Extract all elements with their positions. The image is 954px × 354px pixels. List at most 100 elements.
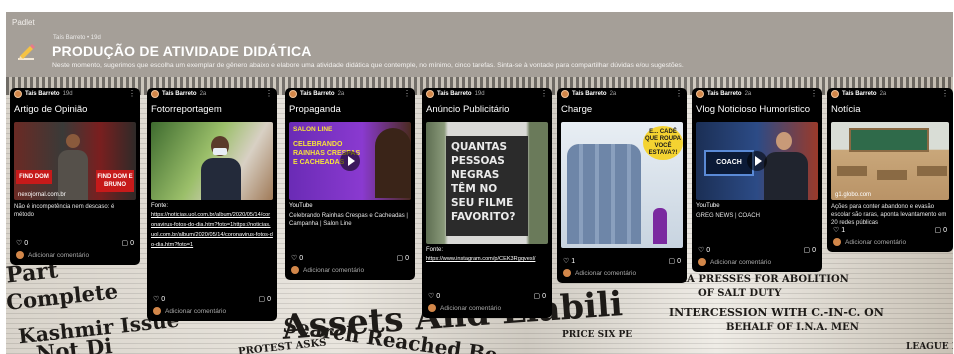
bg-headline-8: PRICE SIX PE <box>562 330 633 340</box>
avatar <box>698 258 706 266</box>
post-card-vlog-noticioso-humoristico[interactable]: Taís Barreto 2a ⋮ Vlog Noticioso Humorísti… <box>692 88 822 272</box>
board-description: Neste momento, sugerimos que escolha um … <box>52 62 684 69</box>
post-thumbnail[interactable]: E... CADÊ QUE ROUPA VOCÊ ESTAVA?! <box>561 122 683 248</box>
post-time: 2a <box>337 91 345 97</box>
avatar[interactable] <box>696 90 704 98</box>
thumb-desk <box>837 166 867 176</box>
thumb-presenter-body <box>764 152 808 200</box>
more-options-icon[interactable]: ⋮ <box>810 90 818 98</box>
link-domain: g1.globo.com <box>835 192 872 198</box>
heart-icon: ♡ <box>698 247 705 254</box>
more-options-icon[interactable]: ⋮ <box>403 90 411 98</box>
avatar[interactable] <box>151 90 159 98</box>
post-thumbnail[interactable]: COACH <box>696 122 818 200</box>
post-author: Taís Barreto <box>300 91 335 97</box>
post-card-propaganda[interactable]: Taís Barreto 2a ⋮ Propaganda SALON LINE CE… <box>285 88 415 280</box>
add-comment-input[interactable]: Adicionar comentário <box>827 236 953 248</box>
comment-count: 0 <box>405 254 409 262</box>
like-count: 1 <box>841 226 846 234</box>
post-card-artigo-de-opiniao[interactable]: Taís Barreto 19d ⋮ Artigo de Opinião FIND … <box>10 88 140 265</box>
post-time: 2a <box>744 91 752 97</box>
like-button[interactable]: ♡ 0 <box>698 246 711 255</box>
post-card-charge[interactable]: Taís Barreto 2a ⋮ Charge E... CADÊ QUE ROU… <box>557 88 687 283</box>
thumb-crowd <box>567 144 641 244</box>
avatar[interactable] <box>289 90 297 98</box>
post-card-fotorreportagem[interactable]: Taís Barreto 2a ⋮ Fotorreportagem Fonte: h… <box>147 88 277 321</box>
post-time: 19d <box>474 91 485 97</box>
thumb-blackboard <box>849 128 929 152</box>
source-link[interactable]: https://www.instagram.com/p/CEK3Rgqvesl/ <box>422 253 552 264</box>
like-button[interactable]: ♡ 1 <box>833 226 846 235</box>
thumb-presenter-head <box>776 132 792 150</box>
add-comment-label: Adicionar comentário <box>710 258 772 266</box>
post-title: Propaganda <box>289 104 341 115</box>
avatar <box>563 269 571 277</box>
thumb-banner-left: FIND DOM <box>16 170 52 184</box>
post-author: Taís Barreto <box>707 91 742 97</box>
board-author: Taís Barreto • 19d <box>53 35 101 41</box>
like-count: 1 <box>571 257 576 265</box>
post-caption: Ações para conter abandono e evasão esco… <box>831 204 947 226</box>
post-thumbnail[interactable] <box>151 122 273 200</box>
avatar[interactable] <box>561 90 569 98</box>
source-link[interactable]: https://noticias.uol.com.br/album/2020/0… <box>147 209 277 263</box>
comment-count: 0 <box>267 295 271 303</box>
more-options-icon[interactable]: ⋮ <box>941 90 949 98</box>
add-comment-label: Adicionar comentário <box>165 307 227 315</box>
post-thumbnail[interactable]: QUANTAS PESSOAS NEGRAS TÊM NO SEU FILME … <box>426 122 548 244</box>
heart-icon: ♡ <box>563 258 570 265</box>
add-comment-input[interactable]: Adicionar comentário <box>147 305 277 317</box>
post-thumbnail[interactable]: FIND DOM FIND DOM E BRUNO nexojornal.com… <box>14 122 136 200</box>
like-button[interactable]: ♡ 0 <box>153 295 165 304</box>
heart-icon: ♡ <box>16 240 23 247</box>
comment-count: 0 <box>677 257 681 265</box>
play-icon[interactable] <box>340 151 360 171</box>
post-thumbnail[interactable]: SALON LINE CELEBRANDO RAINHAS CRESPAS E … <box>289 122 411 200</box>
post-time: 2a <box>879 91 887 97</box>
like-button[interactable]: ♡ 0 <box>16 239 29 248</box>
comment-button[interactable]: ▢ 0 <box>121 239 134 248</box>
post-card-noticia[interactable]: Taís Barreto 2a ⋮ Notícia g1.globo.com Açõ… <box>827 88 953 252</box>
comment-button[interactable]: ▢ 0 <box>396 254 409 263</box>
link-domain: nexojornal.com.br <box>18 192 66 198</box>
thumb-desk <box>877 170 907 180</box>
thumb-person-head <box>66 134 80 148</box>
post-title: Fotorreportagem <box>151 104 222 115</box>
avatar[interactable] <box>831 90 839 98</box>
post-caption: Não é incompetência nem descaso: é métod… <box>14 204 115 218</box>
comment-icon: ▢ <box>668 258 676 265</box>
add-comment-input[interactable]: Adicionar comentário <box>557 267 687 279</box>
comment-count: 0 <box>812 246 816 254</box>
add-comment-input[interactable]: Adicionar comentário <box>10 249 140 261</box>
like-button[interactable]: ♡ 1 <box>563 257 576 266</box>
comment-button[interactable]: ▢ 0 <box>533 292 546 301</box>
more-options-icon[interactable]: ⋮ <box>540 90 548 98</box>
add-comment-input[interactable]: Adicionar comentário <box>692 256 822 268</box>
padlet-board: Part Complete Kashmir Issue Not Di Asset… <box>6 12 953 354</box>
comment-count: 0 <box>542 292 546 300</box>
comment-button[interactable]: ▢ 0 <box>258 295 271 304</box>
add-comment-input[interactable]: Adicionar comentário <box>285 264 415 276</box>
more-options-icon[interactable]: ⋮ <box>675 90 683 98</box>
thumb-poster-text: QUANTAS PESSOAS NEGRAS TÊM NO SEU FILME … <box>446 136 528 236</box>
comment-button[interactable]: ▢ 0 <box>803 246 816 255</box>
avatar <box>153 307 161 315</box>
thumb-banner-right: FIND DOM E BRUNO <box>96 170 134 192</box>
post-card-anuncio-publicitario[interactable]: Taís Barreto 19d ⋮ Anúncio Publicitário QU… <box>422 88 552 318</box>
like-count: 0 <box>24 239 29 247</box>
source-label: Fonte: <box>426 247 444 253</box>
add-comment-input[interactable]: Adicionar comentário <box>422 302 552 314</box>
post-thumbnail[interactable]: g1.globo.com <box>831 122 949 200</box>
like-button[interactable]: ♡ 0 <box>291 254 303 263</box>
brand-label[interactable]: Padlet <box>12 18 35 27</box>
avatar[interactable] <box>14 90 22 98</box>
play-icon[interactable] <box>747 151 767 171</box>
more-options-icon[interactable]: ⋮ <box>128 90 136 98</box>
more-options-icon[interactable]: ⋮ <box>265 90 273 98</box>
link-domain: YouTube <box>289 203 313 209</box>
avatar[interactable] <box>426 90 434 98</box>
like-count: 0 <box>706 246 711 254</box>
comment-button[interactable]: ▢ 0 <box>668 257 681 266</box>
comment-button[interactable]: ▢ 0 <box>934 226 947 235</box>
like-button[interactable]: ♡ 0 <box>428 292 440 301</box>
